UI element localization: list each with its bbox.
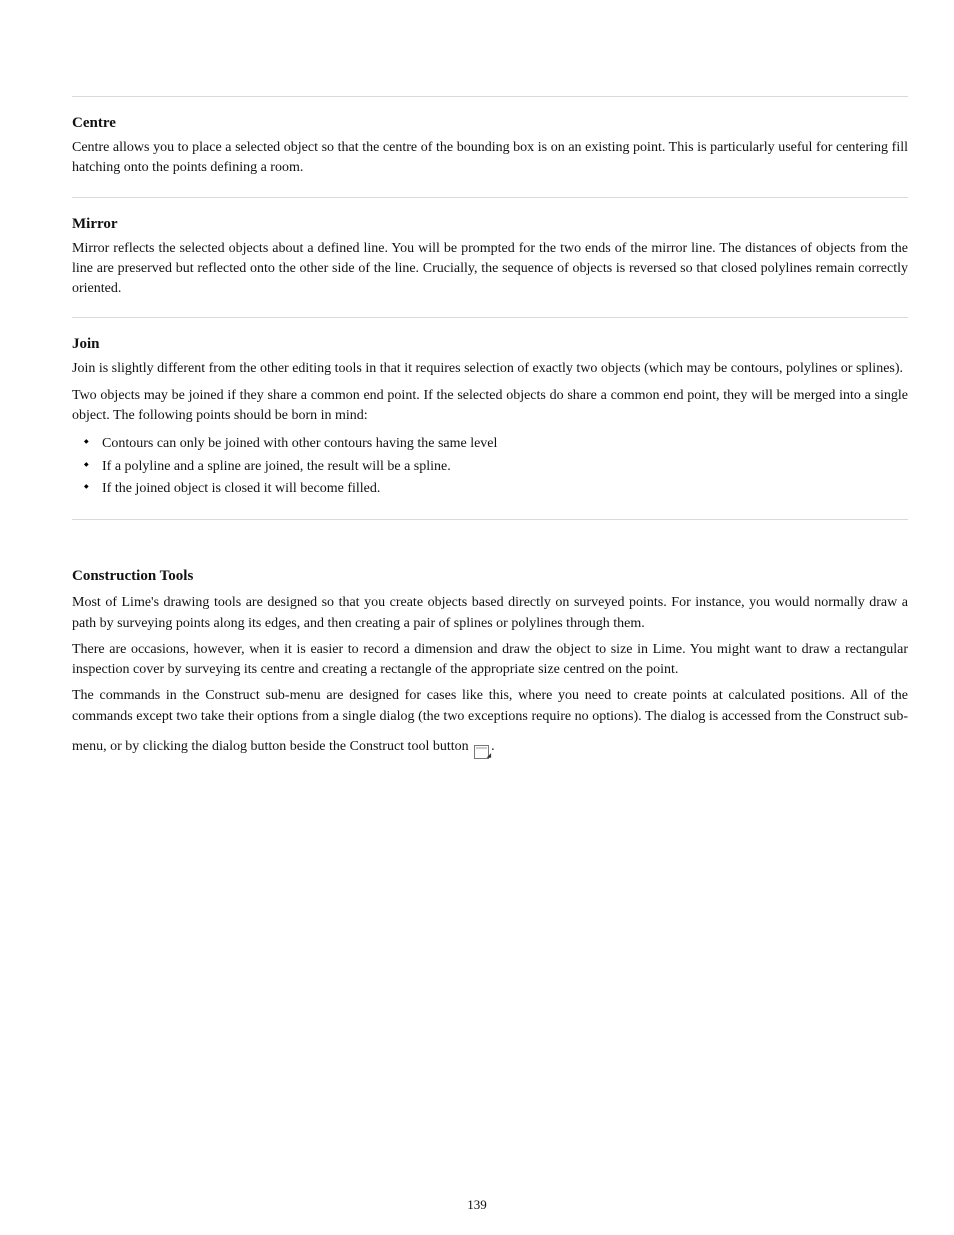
- section-body-centre: Centre allows you to place a selected ob…: [72, 138, 908, 179]
- construction-body3-tail: .: [491, 739, 495, 754]
- section-body-mirror: Mirror reflects the selected objects abo…: [72, 239, 908, 300]
- section-title-construction: Construction Tools: [72, 568, 908, 585]
- page-number: 139: [0, 1197, 954, 1213]
- section-body-construction-3: The commands in the Construct sub-menu a…: [72, 686, 908, 766]
- section-title-centre: Centre: [72, 115, 908, 132]
- dialog-button-icon: ◢: [474, 745, 489, 759]
- join-bullet-item: If a polyline and a spline are joined, t…: [90, 457, 908, 477]
- section-construction: Construction Tools Most of Lime's drawin…: [72, 520, 908, 784]
- section-title-mirror: Mirror: [72, 216, 908, 233]
- section-body-join-1: Join is slightly different from the othe…: [72, 359, 908, 379]
- section-body-construction-2: There are occasions, however, when it is…: [72, 640, 908, 681]
- section-body-join-2: Two objects may be joined if they share …: [72, 386, 908, 427]
- join-bullet-item: If the joined object is closed it will b…: [90, 479, 908, 499]
- document-page: Centre Centre allows you to place a sele…: [0, 0, 954, 1235]
- section-body-construction-1: Most of Lime's drawing tools are designe…: [72, 593, 908, 634]
- section-mirror: Mirror Mirror reflects the selected obje…: [72, 198, 908, 318]
- construction-body3-text: The commands in the Construct sub-menu a…: [72, 688, 908, 753]
- section-centre: Centre Centre allows you to place a sele…: [72, 97, 908, 197]
- section-join: Join Join is slightly different from the…: [72, 318, 908, 519]
- section-title-join: Join: [72, 336, 908, 353]
- join-bullet-list: Contours can only be joined with other c…: [72, 434, 908, 499]
- page-content: Centre Centre allows you to place a sele…: [72, 60, 908, 784]
- join-bullet-item: Contours can only be joined with other c…: [90, 434, 908, 454]
